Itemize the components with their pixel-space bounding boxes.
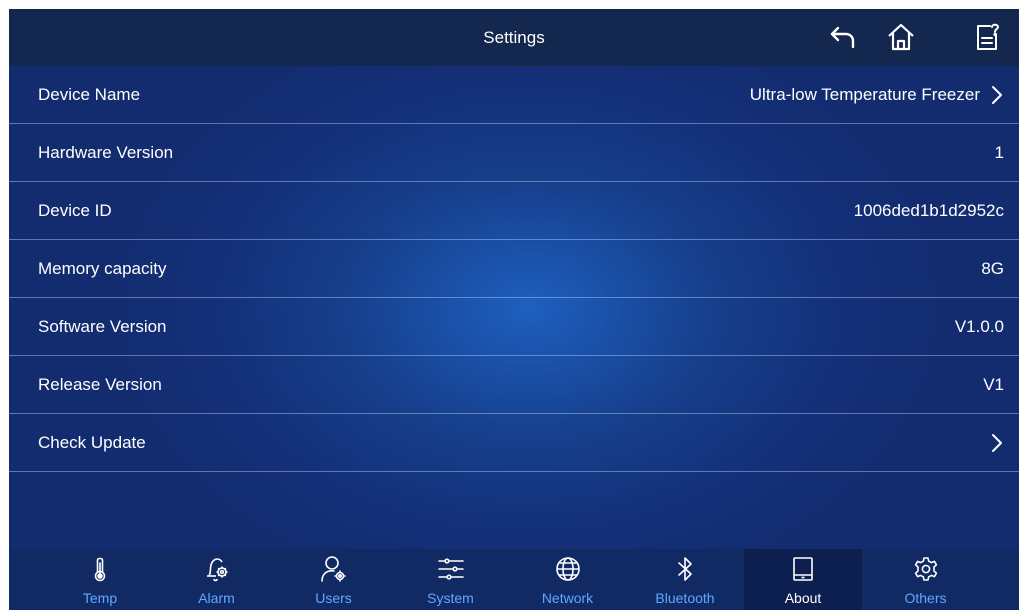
bottom-tab-bar: Temp Alarm Users System Network Bluetoot… [9, 549, 1019, 610]
tab-users[interactable]: Users [275, 549, 392, 610]
software-version-row: Software Version V1.0.0 [9, 298, 1019, 356]
tab-label: About [784, 590, 822, 606]
check-update-row[interactable]: Check Update [9, 414, 1019, 472]
software-version-value: V1.0.0 [954, 317, 1004, 336]
tab-label: System [427, 590, 474, 606]
globe-icon [554, 555, 582, 583]
tab-label: Temp [82, 590, 118, 606]
tab-label: Alarm [198, 590, 235, 606]
bluetooth-icon [671, 555, 699, 583]
row-label: Device ID [38, 201, 112, 220]
tablet-icon [789, 555, 817, 583]
release-version-value: V1 [983, 375, 1004, 394]
tab-label: Others [904, 590, 947, 606]
alarm-bell-icon [203, 555, 231, 583]
thermometer-icon [86, 555, 114, 583]
row-label: Release Version [38, 375, 162, 394]
tab-about[interactable]: About [744, 549, 862, 610]
release-version-row: Release Version V1 [9, 356, 1019, 414]
device-name-row[interactable]: Device Name Ultra-low Temperature Freeze… [9, 66, 1019, 124]
tab-alarm[interactable]: Alarm [158, 549, 275, 610]
tab-network[interactable]: Network [509, 549, 626, 610]
device-id-row: Device ID 1006ded1b1d2952c [9, 182, 1019, 240]
tab-label: Bluetooth [655, 590, 715, 606]
tab-bluetooth[interactable]: Bluetooth [626, 549, 744, 610]
row-label: Memory capacity [38, 259, 167, 278]
row-label: Check Update [38, 433, 146, 452]
device-id-value: 1006ded1b1d2952c [853, 201, 1004, 220]
chevron-right-icon [990, 85, 1004, 105]
memory-capacity-value: 8G [981, 259, 1004, 278]
tab-temp[interactable]: Temp [42, 549, 158, 610]
top-bar: Settings [9, 9, 1019, 66]
sliders-icon [437, 555, 465, 583]
row-value [980, 414, 1004, 471]
back-arrow-icon[interactable] [827, 21, 859, 53]
gear-icon [912, 555, 940, 583]
home-icon[interactable] [885, 21, 917, 53]
row-label: Software Version [38, 317, 167, 336]
tab-others[interactable]: Others [862, 549, 989, 610]
memory-capacity-row: Memory capacity 8G [9, 240, 1019, 298]
device-name-value: Ultra-low Temperature Freezer [749, 85, 980, 104]
tab-label: Users [315, 590, 352, 606]
tab-spacer [9, 549, 42, 610]
hardware-version-row: Hardware Version 1 [9, 124, 1019, 182]
row-label: Device Name [38, 85, 141, 104]
user-settings-icon [320, 555, 348, 583]
chevron-right-icon [990, 433, 1004, 453]
notes-help-icon[interactable] [971, 21, 1003, 53]
tab-label: Network [541, 590, 594, 606]
settings-screen: Settings Device Name Ultra-low Temperatu… [9, 9, 1019, 610]
row-value: Ultra-low Temperature Freezer [750, 66, 1004, 123]
hardware-version-value: 1 [994, 143, 1004, 162]
tab-system[interactable]: System [392, 549, 509, 610]
page-title: Settings [483, 28, 545, 47]
row-label: Hardware Version [38, 143, 174, 162]
settings-list: Device Name Ultra-low Temperature Freeze… [9, 66, 1019, 472]
